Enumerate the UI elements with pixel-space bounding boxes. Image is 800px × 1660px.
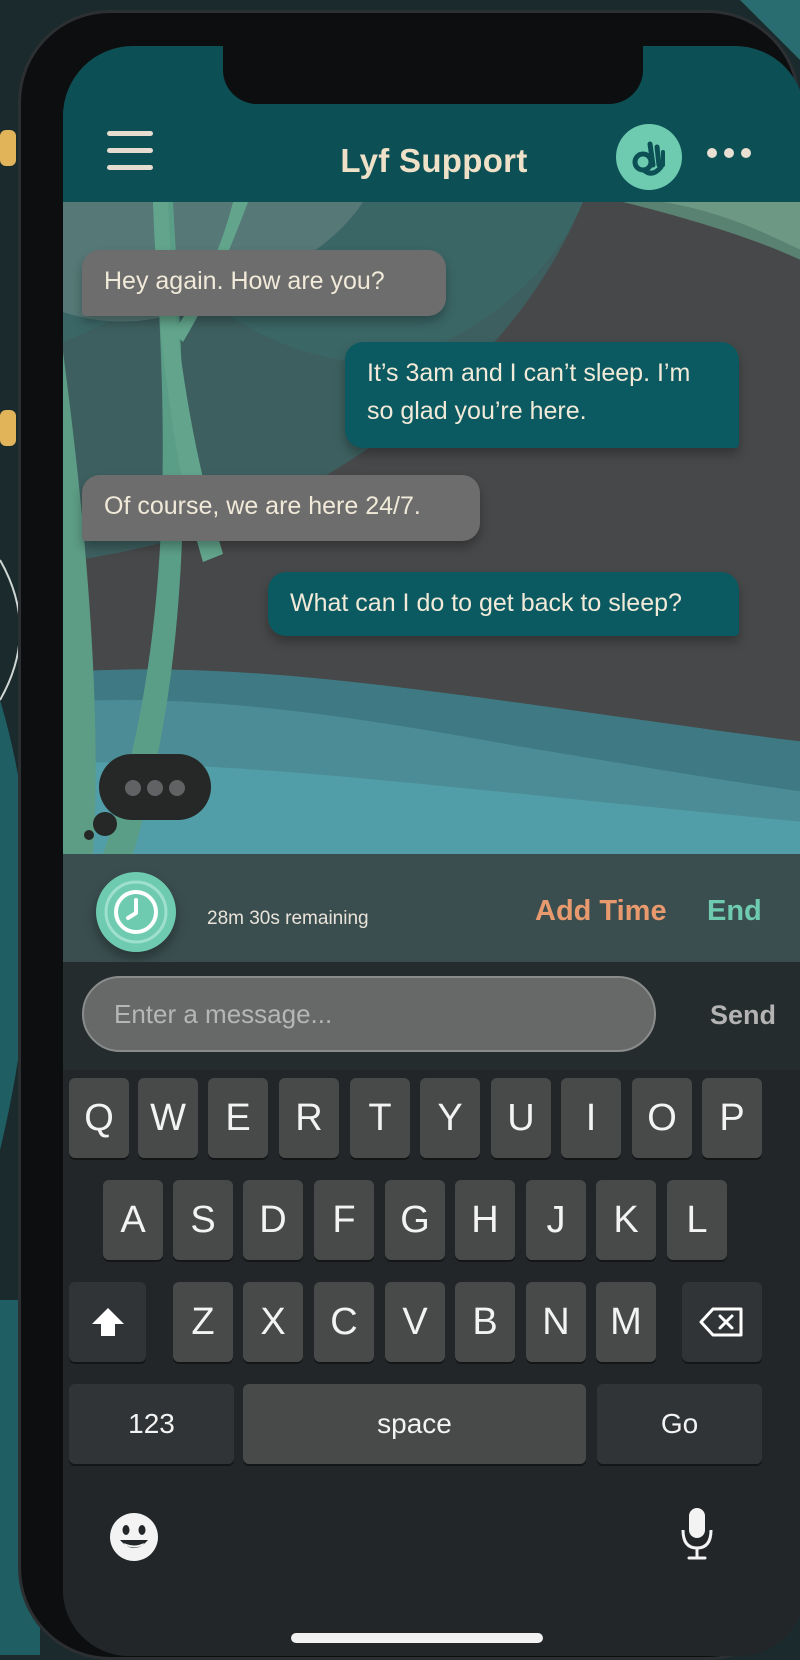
go-key[interactable]: Go	[597, 1384, 762, 1464]
key-o[interactable]: O	[632, 1078, 692, 1158]
app-screen: Lyf Support Hey again. How are you? It’s…	[63, 46, 800, 1656]
chat-area[interactable]: Hey again. How are you? It’s 3am and I c…	[63, 202, 800, 854]
key-i[interactable]: I	[561, 1078, 621, 1158]
key-c[interactable]: C	[314, 1282, 374, 1362]
message-text: so glad you’re here.	[367, 397, 587, 425]
add-time-button[interactable]: Add Time	[535, 895, 667, 928]
key-x[interactable]: X	[243, 1282, 303, 1362]
key-q[interactable]: Q	[69, 1078, 129, 1158]
message-user-2: What can I do to get back to sleep?	[268, 572, 739, 636]
end-session-button[interactable]: End	[707, 895, 762, 928]
message-support-2: Of course, we are here 24/7.	[82, 475, 480, 541]
key-s[interactable]: S	[173, 1180, 233, 1260]
key-r[interactable]: R	[279, 1078, 339, 1158]
key-t[interactable]: T	[350, 1078, 410, 1158]
phone-frame: Lyf Support Hey again. How are you? It’s…	[18, 10, 800, 1660]
time-remaining: 28m 30s remaining	[207, 908, 369, 929]
key-l[interactable]: L	[667, 1180, 727, 1260]
send-button[interactable]: Send	[710, 1000, 776, 1031]
message-composer: Send	[63, 962, 800, 1070]
key-a[interactable]: A	[103, 1180, 163, 1260]
key-b[interactable]: B	[455, 1282, 515, 1362]
backspace-icon[interactable]	[682, 1282, 762, 1362]
key-h[interactable]: H	[455, 1180, 515, 1260]
message-text: Of course, we are here 24/7.	[104, 492, 421, 520]
page-title: Lyf Support	[340, 142, 528, 179]
key-y[interactable]: Y	[420, 1078, 480, 1158]
key-v[interactable]: V	[385, 1282, 445, 1362]
message-text: What can I do to get back to sleep?	[290, 589, 682, 617]
space-key[interactable]: space	[243, 1384, 586, 1464]
key-m[interactable]: M	[596, 1282, 656, 1362]
numbers-key[interactable]: 123	[69, 1384, 234, 1464]
typing-dots-icon	[99, 754, 211, 820]
key-f[interactable]: F	[314, 1180, 374, 1260]
message-input[interactable]	[82, 976, 656, 1052]
message-text: It’s 3am and I can’t sleep. I’m	[367, 359, 691, 387]
key-u[interactable]: U	[491, 1078, 551, 1158]
shift-icon[interactable]	[69, 1282, 146, 1362]
emoji-icon[interactable]	[107, 1510, 161, 1564]
key-z[interactable]: Z	[173, 1282, 233, 1362]
key-j[interactable]: J	[526, 1180, 586, 1260]
key-k[interactable]: K	[596, 1180, 656, 1260]
keyboard: Q W E R T Y U I O P A S D F G H J K L Z …	[63, 1070, 800, 1656]
message-text: Hey again. How are you?	[104, 267, 385, 295]
typing-bubble-tail	[84, 830, 94, 840]
key-d[interactable]: D	[243, 1180, 303, 1260]
message-user-1: It’s 3am and I can’t sleep. I’m so glad …	[345, 342, 739, 448]
key-p[interactable]: P	[702, 1078, 762, 1158]
microphone-icon[interactable]	[679, 1506, 715, 1562]
session-timer-bar: 28m 30s remaining Add Time End	[63, 854, 800, 962]
home-indicator[interactable]	[291, 1633, 543, 1643]
phone-notch	[223, 46, 643, 104]
key-w[interactable]: W	[138, 1078, 198, 1158]
key-g[interactable]: G	[385, 1180, 445, 1260]
more-dots-icon[interactable]	[707, 146, 751, 160]
clock-icon	[96, 872, 176, 952]
ok-hand-icon[interactable]	[616, 124, 682, 190]
typing-bubble-tail	[93, 812, 117, 836]
message-support-1: Hey again. How are you?	[82, 250, 446, 316]
key-n[interactable]: N	[526, 1282, 586, 1362]
key-e[interactable]: E	[208, 1078, 268, 1158]
